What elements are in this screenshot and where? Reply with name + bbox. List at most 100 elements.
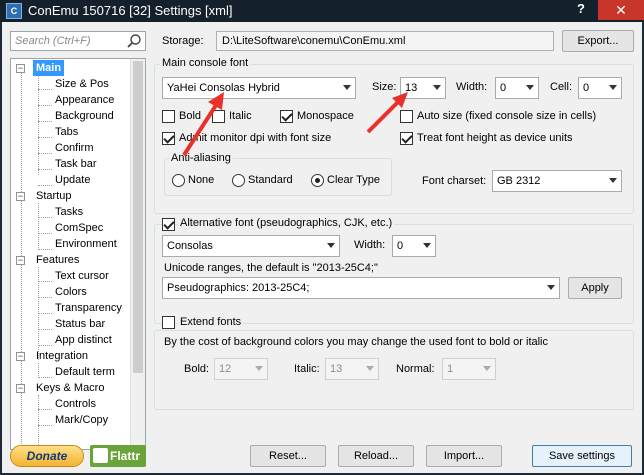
treat-height-checkbox[interactable] (400, 132, 413, 145)
tree-item-update[interactable]: Update (55, 172, 90, 188)
width-select[interactable]: 0 (495, 77, 539, 99)
search-input[interactable] (13, 33, 123, 49)
tree-item-confirm[interactable]: Confirm (55, 140, 94, 156)
chevron-down-icon (366, 366, 374, 371)
tree-item-startup[interactable]: Startup (36, 188, 71, 204)
cell-label: Cell: (550, 81, 573, 93)
unicode-ranges-value: Pseudographics: 2013-25C4; (167, 282, 310, 294)
size-select[interactable]: 13 (400, 77, 446, 99)
extend-fonts-label: Extend fonts (178, 316, 244, 328)
antialiasing-none-label: None (188, 174, 215, 186)
alt-font-label: Alternative font (pseudographics, CJK, e… (178, 217, 395, 229)
monospace-label: Monospace (297, 110, 354, 122)
tree-item-size-pos[interactable]: Size & Pos (55, 76, 109, 92)
import-button[interactable]: Import... (426, 445, 502, 467)
tree-item-status-bar[interactable]: Status bar (55, 316, 105, 332)
tree-item-tabs[interactable]: Tabs (55, 124, 78, 140)
flattr-icon (93, 448, 108, 463)
autosize-label: Auto size (fixed console size in cells) (417, 110, 597, 122)
storage-path-field: D:\LiteSoftware\conemu\ConEmu.xml (216, 31, 554, 51)
tree-item-text-cursor[interactable]: Text cursor (55, 268, 109, 284)
close-button[interactable]: ✕ (598, 0, 644, 20)
title-bar: C ConEmu 150716 [32] Settings [xml] ? ✕ (0, 0, 644, 22)
tree-item-tasks[interactable]: Tasks (55, 204, 83, 220)
reset-button[interactable]: Reset... (250, 445, 326, 467)
tree-item-comspec[interactable]: ComSpec (55, 220, 103, 236)
alt-font-select[interactable]: Consolas (162, 235, 340, 257)
charset-select[interactable]: GB 2312 (492, 170, 622, 192)
collapse-startup-icon[interactable]: − (16, 192, 25, 201)
extend-italic-value: 13 (330, 363, 343, 375)
treat-height-label: Treat font height as device units (417, 132, 573, 144)
donate-button[interactable]: Donate (10, 445, 84, 467)
tree-item-keys-macro[interactable]: Keys & Macro (36, 380, 104, 396)
alt-width-label: Width: (354, 239, 386, 251)
italic-checkbox[interactable] (212, 110, 225, 123)
extend-fonts-checkbox[interactable] (162, 316, 175, 329)
antialiasing-title: Anti-aliasing (169, 152, 233, 164)
tree-item-task-bar[interactable]: Task bar (55, 156, 97, 172)
tree-item-colors[interactable]: Colors (55, 284, 87, 300)
tree-item-controls[interactable]: Controls (55, 396, 96, 412)
antialiasing-none-radio[interactable] (172, 174, 185, 187)
alt-font-checkbox[interactable] (162, 218, 175, 231)
chevron-down-icon (255, 366, 263, 371)
italic-label: Italic (229, 110, 252, 122)
chevron-down-icon (327, 243, 335, 248)
charset-label: Font charset: (422, 175, 487, 187)
cell-value: 0 (583, 82, 590, 94)
chevron-down-icon (526, 85, 534, 90)
extend-italic-select[interactable]: 13 (325, 358, 379, 380)
tree-item-background[interactable]: Background (55, 108, 114, 124)
storage-label: Storage: (162, 35, 204, 47)
tree-item-appearance[interactable]: Appearance (55, 92, 114, 108)
cell-select[interactable]: 0 (578, 77, 622, 99)
tree-scrollbar-thumb[interactable] (133, 61, 143, 373)
alt-width-value: 0 (397, 240, 404, 252)
save-settings-button[interactable]: Save settings (532, 445, 632, 467)
alt-font-value: Consolas (167, 240, 213, 252)
collapse-main-icon[interactable]: − (16, 64, 25, 73)
settings-tree: − Main Size & Pos Appearance Background … (10, 58, 146, 450)
export-button[interactable]: Export... (562, 30, 634, 52)
admit-dpi-checkbox[interactable] (162, 132, 175, 145)
autosize-checkbox[interactable] (400, 110, 413, 123)
monospace-checkbox[interactable] (280, 110, 293, 123)
width-label: Width: (456, 81, 488, 93)
window-title: ConEmu 150716 [32] Settings [xml] (28, 3, 233, 18)
collapse-keys-macro-icon[interactable]: − (16, 384, 25, 393)
antialiasing-standard-radio[interactable] (232, 174, 245, 187)
main-font-select[interactable]: YaHei Consolas Hybrid (162, 77, 356, 99)
extend-normal-select[interactable]: 1 (442, 358, 496, 380)
tree-scrollbar[interactable] (130, 59, 145, 449)
antialiasing-cleartype-radio[interactable] (311, 174, 324, 187)
extend-italic-label: Italic: (294, 363, 320, 375)
bold-checkbox[interactable] (162, 110, 175, 123)
tree-item-features[interactable]: Features (36, 252, 79, 268)
tree-item-transparency[interactable]: Transparency (55, 300, 122, 316)
unicode-ranges-label: Unicode ranges, the default is "2013-25C… (164, 262, 378, 274)
tree-item-integration[interactable]: Integration (36, 348, 88, 364)
width-value: 0 (500, 82, 507, 94)
help-button[interactable]: ? (574, 1, 588, 19)
tree-item-default-term[interactable]: Default term (55, 364, 115, 380)
apply-button[interactable]: Apply (568, 277, 622, 299)
extend-bold-select[interactable]: 12 (214, 358, 268, 380)
alt-width-select[interactable]: 0 (392, 235, 436, 257)
tree-item-mark-copy[interactable]: Mark/Copy (55, 412, 108, 428)
tree-item-main[interactable]: Main (33, 60, 65, 76)
chevron-down-icon (547, 285, 555, 290)
tree-item-environment[interactable]: Environment (55, 236, 117, 252)
collapse-features-icon[interactable]: − (16, 256, 25, 265)
reload-button[interactable]: Reload... (338, 445, 414, 467)
main-font-group-title: Main console font (160, 57, 251, 69)
collapse-integration-icon[interactable]: − (16, 352, 25, 361)
tree-item-app-distinct[interactable]: App distinct (55, 332, 112, 348)
flattr-button[interactable]: Flattr (90, 445, 146, 467)
flattr-label: Flattr (110, 449, 140, 463)
app-icon: C (6, 3, 22, 19)
main-font-value: YaHei Consolas Hybrid (167, 82, 280, 94)
chevron-down-icon (423, 243, 431, 248)
unicode-ranges-select[interactable]: Pseudographics: 2013-25C4; (162, 277, 560, 299)
search-icon[interactable] (126, 33, 142, 49)
